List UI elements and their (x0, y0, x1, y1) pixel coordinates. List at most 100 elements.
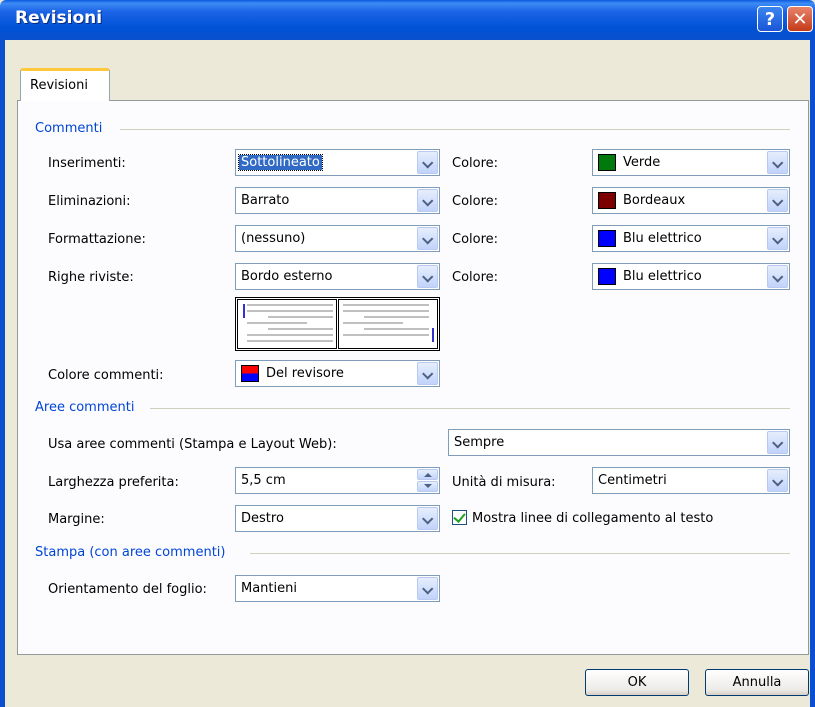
dialog-window: Revisioni ? ✕ Revisioni Commenti Inserim… (0, 0, 815, 707)
group-heading-stampa: Stampa (con aree commenti) (35, 545, 226, 560)
color-swatch-icon (598, 192, 616, 209)
colore-commenti-select[interactable]: Del revisore (235, 360, 440, 387)
usa-aree-commenti-value: Sempre (454, 435, 505, 450)
righe-riviste-select[interactable]: Bordo esterno (235, 263, 440, 290)
changed-lines-preview (235, 297, 440, 351)
chevron-down-icon[interactable] (767, 151, 788, 174)
title-bar[interactable]: Revisioni ? ✕ (0, 0, 815, 40)
label-colore-inserimenti: Colore: (452, 156, 499, 171)
margine-select[interactable]: Destro (235, 505, 440, 532)
spin-down-icon[interactable] (417, 481, 438, 492)
label-margine: Margine: (48, 512, 105, 527)
tab-label: Revisioni (30, 78, 88, 93)
unita-value: Centimetri (598, 473, 667, 488)
label-mostra-linee[interactable]: Mostra linee di collegamento al testo (472, 511, 713, 526)
preview-page-right (338, 299, 438, 349)
mostra-linee-checkbox[interactable] (452, 510, 467, 525)
preview-page-left (237, 299, 337, 349)
label-formattazione: Formattazione: (48, 232, 146, 247)
chevron-down-icon[interactable] (767, 265, 788, 288)
larghezza-value: 5,5 cm (241, 473, 286, 488)
chevron-down-icon[interactable] (417, 227, 438, 250)
label-larghezza-preferita: Larghezza preferita: (48, 475, 179, 490)
label-orientamento: Orientamento del foglio: (48, 582, 207, 597)
unita-di-misura-select[interactable]: Centimetri (592, 467, 790, 494)
window-title: Revisioni (15, 8, 103, 28)
help-button[interactable]: ? (757, 6, 783, 32)
close-button[interactable]: ✕ (787, 6, 813, 32)
margine-value: Destro (241, 511, 284, 526)
group-divider (250, 553, 790, 554)
inserimenti-value: Sottolineato (238, 154, 323, 171)
label-eliminazioni: Eliminazioni: (48, 194, 131, 209)
author-color-swatch-icon (241, 365, 259, 382)
colore-inserimenti-value: Verde (623, 155, 661, 170)
cancel-button[interactable]: Annulla (705, 669, 809, 696)
eliminazioni-value: Barrato (241, 193, 290, 208)
label-inserimenti: Inserimenti: (48, 156, 126, 171)
preview-line (268, 316, 333, 318)
inserimenti-select[interactable]: Sottolineato (235, 149, 440, 176)
ok-button[interactable]: OK (585, 669, 689, 696)
window-border-right (810, 40, 815, 707)
formattazione-select[interactable]: (nessuno) (235, 225, 440, 252)
window-border-left (0, 40, 5, 707)
colore-inserimenti-select[interactable]: Verde (592, 149, 790, 176)
color-swatch-icon (598, 268, 616, 285)
group-divider (120, 129, 790, 130)
spin-up-icon[interactable] (417, 469, 438, 480)
chevron-down-icon[interactable] (767, 469, 788, 492)
orientamento-select[interactable]: Mantieni (235, 575, 440, 602)
usa-aree-commenti-select[interactable]: Sempre (448, 429, 790, 456)
colore-eliminazioni-value: Bordeaux (623, 193, 686, 208)
chevron-down-icon[interactable] (417, 362, 438, 385)
colore-formattazione-value: Blu elettrico (623, 231, 702, 246)
label-usa-aree-commenti: Usa aree commenti (Stampa e Layout Web): (48, 437, 337, 452)
eliminazioni-select[interactable]: Barrato (235, 187, 440, 214)
color-swatch-icon (598, 230, 616, 247)
preview-mark (243, 304, 245, 318)
orientamento-value: Mantieni (241, 581, 297, 596)
chevron-down-icon[interactable] (767, 189, 788, 212)
chevron-down-icon[interactable] (767, 227, 788, 250)
tab-revisioni[interactable]: Revisioni (20, 68, 110, 101)
preview-line (364, 316, 429, 318)
righe-riviste-value: Bordo esterno (241, 269, 333, 284)
label-unita-di-misura: Unità di misura: (452, 475, 556, 490)
preview-line (247, 322, 307, 324)
chevron-down-icon[interactable] (767, 431, 788, 454)
preview-line (343, 310, 429, 312)
preview-line (268, 328, 333, 330)
group-heading-aree-commenti: Aree commenti (35, 400, 135, 415)
formattazione-value: (nessuno) (241, 231, 306, 246)
label-colore-eliminazioni: Colore: (452, 194, 499, 209)
group-heading-commenti: Commenti (35, 121, 103, 136)
colore-commenti-value: Del revisore (266, 366, 344, 381)
label-colore-formattazione: Colore: (452, 232, 499, 247)
preview-line (343, 304, 429, 306)
preview-line (364, 328, 429, 330)
preview-line (247, 340, 333, 342)
colore-formattazione-select[interactable]: Blu elettrico (592, 225, 790, 252)
spin-buttons[interactable] (417, 469, 438, 492)
preview-line (247, 310, 333, 312)
colore-eliminazioni-select[interactable]: Bordeaux (592, 187, 790, 214)
label-colore-righe: Colore: (452, 270, 499, 285)
preview-line (247, 334, 333, 336)
chevron-down-icon[interactable] (417, 577, 438, 600)
group-divider (150, 408, 790, 409)
preview-mark (432, 328, 434, 342)
colore-righe-select[interactable]: Blu elettrico (592, 263, 790, 290)
color-swatch-icon (598, 154, 616, 171)
preview-line (343, 334, 429, 336)
chevron-down-icon[interactable] (417, 151, 438, 174)
preview-line (343, 322, 403, 324)
larghezza-spinbox[interactable]: 5,5 cm (235, 467, 440, 494)
preview-line (247, 304, 333, 306)
label-righe-riviste: Righe riviste: (48, 270, 134, 285)
label-colore-commenti: Colore commenti: (48, 368, 164, 383)
chevron-down-icon[interactable] (417, 507, 438, 530)
chevron-down-icon[interactable] (417, 265, 438, 288)
colore-righe-value: Blu elettrico (623, 269, 702, 284)
chevron-down-icon[interactable] (417, 189, 438, 212)
